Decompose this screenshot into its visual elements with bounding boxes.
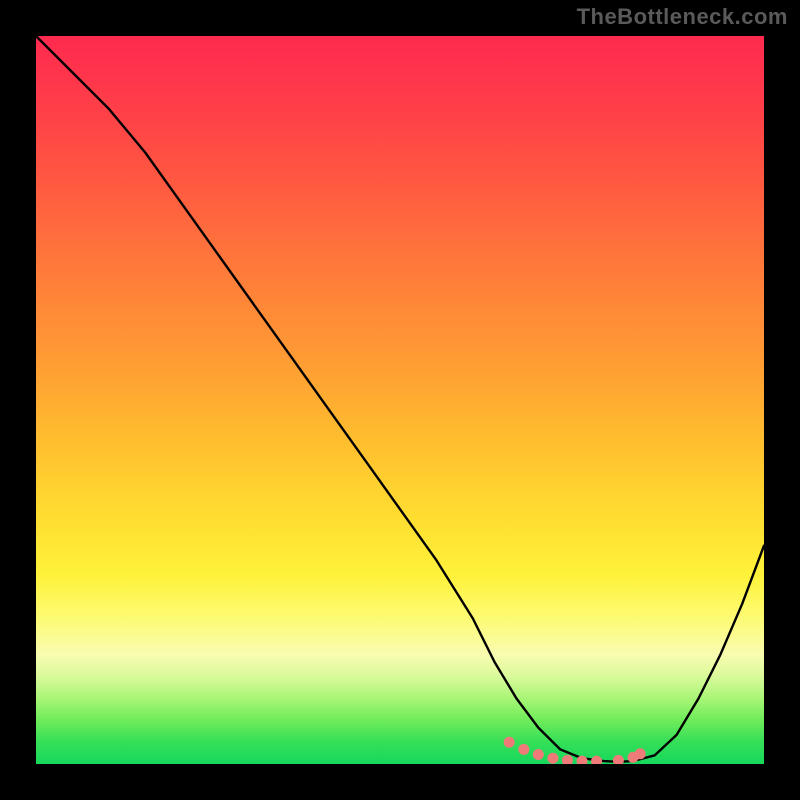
- optimal-marker: [613, 755, 624, 764]
- plot-area: [36, 36, 764, 764]
- optimal-marker: [562, 755, 573, 764]
- watermark-text: TheBottleneck.com: [577, 4, 788, 30]
- optimal-range-markers: [504, 737, 646, 764]
- optimal-marker: [547, 753, 558, 764]
- optimal-marker: [635, 748, 646, 759]
- chart-frame: TheBottleneck.com: [0, 0, 800, 800]
- optimal-marker: [533, 749, 544, 760]
- optimal-marker: [591, 756, 602, 764]
- plot-overlay: [36, 36, 764, 764]
- optimal-marker: [504, 737, 515, 748]
- optimal-marker: [518, 744, 529, 755]
- bottleneck-curve: [36, 36, 764, 762]
